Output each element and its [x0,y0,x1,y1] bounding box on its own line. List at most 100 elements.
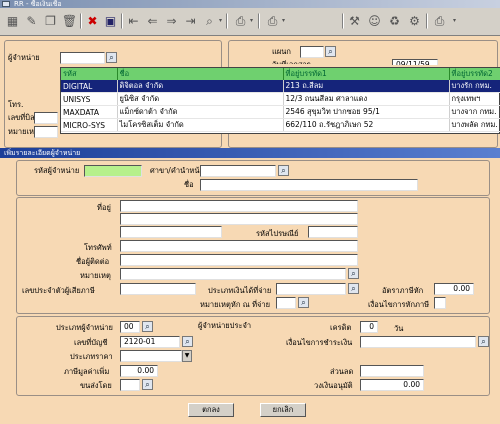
note-input[interactable] [120,268,346,280]
grid-header-address2[interactable]: ที่อยู่บรรทัด2 [449,68,500,80]
branch-search-icon[interactable]: ⌕ [278,165,289,176]
credit-unit: วัน [394,324,404,333]
toolbar-separator [426,13,428,29]
shipping-label: ขนส่งโดย [80,381,112,390]
cell-name: ไมโครซิสเต็ม จำกัด [117,118,284,132]
name-label: ชื่อ [184,180,194,189]
prev-icon[interactable]: ⇐ [144,12,161,29]
supplier-type-input[interactable]: 00 [120,321,140,333]
department-field[interactable] [300,46,324,58]
name-input[interactable] [200,179,418,191]
withholding-note-input[interactable] [276,297,296,309]
department-label: แผนก [272,47,291,56]
note-search-icon[interactable]: ⌕ [348,268,359,279]
toolbar-separator [226,13,228,29]
address-line1-input[interactable] [120,200,358,212]
supplier-field[interactable] [60,52,105,64]
grid-header-name[interactable]: ชื่อ [117,68,284,80]
window-titlebar: RR - ซื้อเงินเชื่อ [0,0,500,8]
user-icon[interactable]: ☺ [366,12,383,29]
account-search-icon[interactable]: ⌕ [182,336,193,347]
credit-input[interactable]: 0 [360,321,378,333]
first-icon[interactable]: ⇤ [125,12,142,29]
supplier-type-label: ประเภทผู้จำหน่าย [56,323,113,332]
discount-label: ส่วนลด [330,367,354,376]
paytype-input[interactable] [276,283,346,295]
cancel-button[interactable]: ยกเลิก [260,403,306,417]
table-row[interactable]: UNISYS ยูนิซิส จำกัด 12/3 ถนนสีลม ศาลาแด… [61,92,500,106]
taxid-input[interactable] [120,283,196,295]
table-row[interactable]: MAXDATA แม็กซ์ดาต้า จำกัด 2546 สุขุมวิท … [61,105,500,119]
price-type-label: ประเภทราคา [70,352,113,361]
paytype-search-icon[interactable]: ⌕ [348,283,359,294]
vat-input[interactable]: 0.00 [120,365,158,377]
last-icon[interactable]: ⇥ [182,12,199,29]
close-icon[interactable]: ✖ [84,12,101,29]
chevron-down-icon[interactable]: ▾ [275,12,292,29]
supplier-lookup-grid[interactable]: รหัส ชื่อ ที่อยู่บรรทัด1 ที่อยู่บรรทัด2 … [60,67,500,134]
taxid-label: เลขประจำตัวผู้เสียภาษี [22,286,95,295]
shipping-input[interactable] [120,379,140,391]
copy-icon[interactable]: ❐ [42,12,59,29]
cell-address2: บางรัก กทม. [449,80,500,93]
refresh-icon[interactable]: ♻ [386,12,403,29]
doc-no-label: เลขที่บิล [8,113,35,122]
cell-name: ดิจิตอล จำกัด [117,80,284,93]
contact-input[interactable] [120,254,358,266]
grid-header-address1[interactable]: ที่อยู่บรรทัด1 [283,68,450,80]
shipping-search-icon[interactable]: ⌕ [142,379,153,390]
cell-address1: 2546 สุขุมวิท ปากซอย 95/1 [283,105,450,119]
account-input[interactable]: 2120-01 [120,336,180,348]
withholding-label: อัตราภาษีหัก [382,286,424,295]
address-line3-input[interactable] [120,226,222,238]
supplier-code-input[interactable] [84,165,142,177]
payment-condition-search-icon[interactable]: ⌕ [478,336,489,347]
tools-icon[interactable]: ⚒ [346,12,363,29]
postal-label: รหัสไปรษณีย์ [256,229,299,238]
grid-header-row: รหัส ชื่อ ที่อยู่บรรทัด1 ที่อยู่บรรทัด2 [61,68,500,80]
edit-icon[interactable]: ✎ [23,12,40,29]
cell-code: MAXDATA [61,105,118,119]
paytype-label: ประเภทเงินได้ที่จ่าย [208,286,272,295]
toolbar-separator [258,13,260,29]
branch-input[interactable] [200,165,276,177]
cell-name: ยูนิซิส จำกัด [117,92,284,106]
cell-code: MICRO-SYS [61,118,118,132]
note-field[interactable] [34,126,58,138]
phone-input[interactable] [120,240,358,252]
credit-limit-label: วงเงินอนุมัติ [314,381,353,390]
toolbar-separator [80,13,82,29]
cell-address2: บางจาก กทม. [449,105,500,119]
postal-input[interactable] [308,226,358,238]
cell-address1: 12/3 ถนนสีลม ศาลาแดง [283,92,450,106]
save-icon[interactable]: ▣ [102,12,119,29]
cell-address1: 662/110 ถ.รัชฎาภิเษก 52 [283,118,450,132]
supplier-section-label: ผู้จำหน่ายประจำ [198,321,252,330]
tax-condition-input[interactable] [434,297,446,309]
payment-condition-input[interactable] [360,336,476,348]
settings-icon[interactable]: ⚙ [406,12,423,29]
supplier-type-search-icon[interactable]: ⌕ [142,321,153,332]
withholding-note-search-icon[interactable]: ⌕ [298,297,309,308]
cell-address1: 213 ถ.สีลม [283,80,450,93]
credit-limit-input[interactable]: 0.00 [360,379,424,391]
chevron-down-icon[interactable]: ▾ [446,12,463,29]
discount-input[interactable] [360,365,424,377]
table-row[interactable]: MICRO-SYS ไมโครซิสเต็ม จำกัด 662/110 ถ.ร… [61,118,500,132]
price-type-select[interactable] [120,350,182,362]
code-label: รหัสผู้จำหน่าย [34,166,80,175]
ok-button[interactable]: ตกลง [188,403,234,417]
table-row[interactable]: DIGITAL ดิจิตอล จำกัด 213 ถ.สีลม บางรัก … [61,80,500,93]
delete-icon[interactable]: 🗑 [61,12,78,29]
grid-icon[interactable]: ▦ [4,12,21,29]
next-icon[interactable]: ⇒ [163,12,180,29]
department-search-icon[interactable]: ⌕ [325,46,336,57]
supplier-search-icon[interactable]: ⌕ [106,52,117,63]
address-label: ที่อยู่ [97,203,111,212]
withholding-input[interactable]: 0.00 [434,283,474,295]
doc-no-field[interactable] [34,112,58,124]
cell-name: แม็กซ์ดาต้า จำกัด [117,105,284,119]
address-line2-input[interactable] [120,213,358,225]
chevron-down-icon[interactable]: ▼ [182,350,192,362]
grid-header-code[interactable]: รหัส [61,68,118,80]
